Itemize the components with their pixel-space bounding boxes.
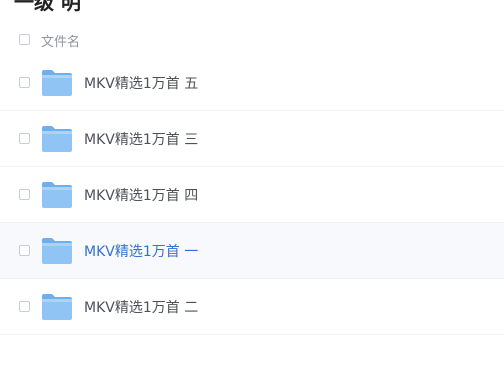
file-name-link[interactable]: MKV精选1万首 一 — [84, 241, 198, 261]
folder-icon — [41, 69, 73, 97]
file-name-link[interactable]: MKV精选1万首 二 — [84, 297, 198, 317]
file-name-link[interactable]: MKV精选1万首 三 — [84, 129, 198, 149]
folder-icon — [41, 237, 73, 265]
row-checkbox[interactable] — [19, 245, 30, 256]
select-all-checkbox[interactable] — [19, 34, 30, 45]
column-header-filename: 文件名 — [41, 35, 81, 50]
file-name-link[interactable]: MKV精选1万首 四 — [84, 185, 198, 205]
file-row[interactable]: MKV精选1万首 一 — [0, 223, 504, 279]
page-title: 一级 明 — [14, 0, 81, 14]
row-checkbox[interactable] — [19, 301, 30, 312]
file-row[interactable]: MKV精选1万首 五 — [0, 55, 504, 111]
folder-icon — [41, 125, 73, 153]
file-row[interactable]: MKV精选1万首 三 — [0, 111, 504, 167]
folder-icon — [41, 293, 73, 321]
file-row[interactable]: MKV精选1万首 二 — [0, 279, 504, 335]
row-checkbox[interactable] — [19, 77, 30, 88]
row-checkbox[interactable] — [19, 189, 30, 200]
list-header: 文件名 — [0, 26, 504, 52]
file-name-link[interactable]: MKV精选1万首 五 — [84, 73, 198, 93]
row-checkbox[interactable] — [19, 133, 30, 144]
file-row[interactable]: MKV精选1万首 四 — [0, 167, 504, 223]
folder-icon — [41, 181, 73, 209]
